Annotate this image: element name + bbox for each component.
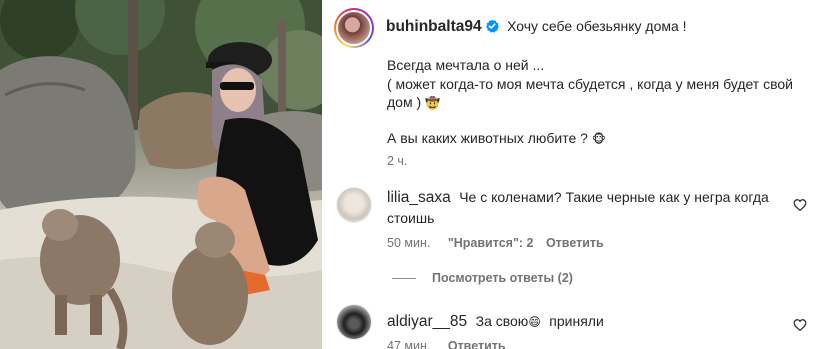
comment-2-text: За свою — [475, 313, 529, 329]
comment-2-reply-button[interactable]: Ответить — [448, 339, 506, 349]
author-avatar[interactable] — [334, 8, 374, 48]
comment-1-meta: 50 мин. "Нравится": 2 Ответить — [387, 236, 604, 250]
caption-text-first: Хочу себе обезьянку дома ! — [507, 18, 687, 34]
caption-line-4-text: дом ) — [387, 94, 422, 110]
comment-1-likes[interactable]: "Нравится": 2 — [448, 236, 534, 250]
comment-2-time[interactable]: 47 мин. — [387, 339, 430, 349]
comment-2-header: aldiyar__85 За свою😄 приняли — [387, 312, 604, 331]
comment-1-text-line2: стоишь — [387, 210, 435, 226]
comment-1-reply-button[interactable]: Ответить — [546, 236, 604, 250]
post-time[interactable]: 2 ч. — [387, 154, 407, 168]
monkey-emoji: 🐵 — [591, 132, 606, 146]
commenter-avatar[interactable] — [336, 187, 372, 223]
photo-scene — [0, 0, 322, 349]
comment-1-header: lilia_saxa Че с коленами? Такие черные к… — [387, 188, 769, 207]
post-photo — [0, 0, 322, 349]
comment-1-username[interactable]: lilia_saxa — [387, 189, 451, 206]
comment-1-text-line1: Че с коленами? Такие черные как у негра … — [459, 189, 769, 205]
comment-1-time[interactable]: 50 мин. — [387, 236, 430, 250]
caption-line-3: ( может когда-то моя мечта сбудется , ко… — [387, 76, 793, 92]
comment-2-username[interactable]: aldiyar__85 — [387, 313, 467, 330]
grin-emoji: 😄 — [528, 315, 541, 329]
caption-line-5-text: А вы каких животных любите ? — [387, 130, 588, 146]
cowboy-emoji: 🤠 — [425, 96, 440, 110]
comment-2-text-after: приняли — [549, 313, 604, 329]
comments-panel — [322, 0, 815, 349]
caption-header: buhinbalta94 Хочу себе обезьянку дома ! — [386, 17, 687, 36]
commenter-avatar[interactable] — [336, 304, 372, 340]
author-username[interactable]: buhinbalta94 — [386, 18, 482, 35]
view-replies-button[interactable]: Посмотреть ответы (2) — [432, 271, 573, 285]
verified-badge-icon — [485, 19, 499, 33]
heart-icon[interactable] — [793, 318, 807, 332]
caption-line-2: Всегда мечтала о ней ... — [387, 57, 545, 73]
comment-2-meta: 47 мин. Ответить — [387, 339, 506, 349]
replies-divider — [392, 278, 416, 279]
caption-line-4: дом ) 🤠 — [387, 93, 440, 112]
heart-icon[interactable] — [793, 198, 807, 212]
caption-line-5: А вы каких животных любите ? 🐵 — [387, 129, 606, 148]
